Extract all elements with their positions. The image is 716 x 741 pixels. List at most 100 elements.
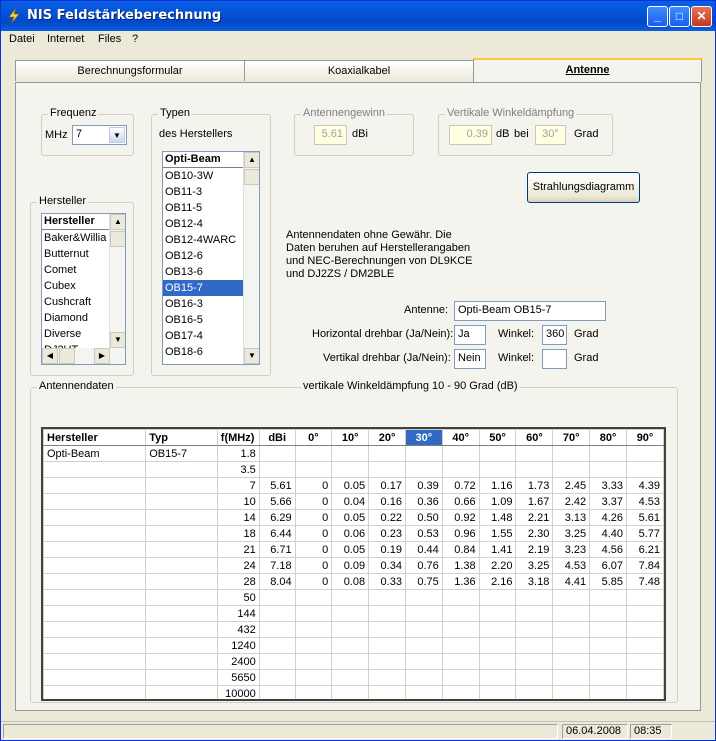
table-cell (331, 605, 370, 622)
vertikal-label: Vertikal drehbar (Ja/Nein): (323, 352, 451, 364)
column-header[interactable]: 30° (404, 429, 443, 446)
scroll-down-icon[interactable]: ▼ (244, 348, 259, 364)
table-row[interactable]: 3.5 (43, 461, 664, 478)
column-header[interactable]: 10° (331, 429, 370, 446)
hersteller-list-item[interactable]: Diamond (42, 310, 109, 326)
table-cell (441, 637, 480, 654)
hersteller-list-header[interactable]: Hersteller (42, 214, 109, 230)
menu-help[interactable]: ? (132, 33, 138, 45)
antennendaten-grid[interactable]: Hersteller Typ f(MHz) dBi 0° 10° 20° 30° 40° 50° 6… (41, 427, 666, 701)
table-cell (626, 445, 664, 462)
table-row[interactable]: 1240 (43, 637, 664, 654)
column-header[interactable]: Typ (145, 429, 218, 446)
table-row[interactable]: 21 6.71 0 0.05 0.19 0.44 0.84 1.41 2.19 3.23 4.56 6… (43, 541, 664, 558)
column-header[interactable]: 70° (552, 429, 591, 446)
typen-list-item[interactable]: OB12-4 (163, 216, 243, 232)
table-row[interactable]: 50 (43, 589, 664, 606)
column-header[interactable]: f(MHz) (216, 429, 260, 446)
typen-list-item[interactable]: OB12-4WARC (163, 232, 243, 248)
vertikal-winkel-field[interactable] (542, 349, 567, 369)
table-row[interactable]: 432 (43, 621, 664, 638)
column-header[interactable]: 40° (441, 429, 480, 446)
chevron-down-icon[interactable]: ▼ (109, 127, 125, 143)
column-header[interactable]: dBi (258, 429, 296, 446)
table-cell: 1.8 (216, 445, 260, 462)
typen-list-item[interactable]: OB11-5 (163, 200, 243, 216)
horizontal-field[interactable]: Ja (454, 325, 486, 345)
typen-list-item[interactable]: OB18-6 (163, 344, 243, 360)
typen-list-header[interactable]: Opti-Beam (163, 152, 243, 168)
hersteller-list-item[interactable]: Butternut (42, 246, 109, 262)
vertikal-field[interactable]: Nein (454, 349, 486, 369)
table-cell: 0.04 (331, 493, 370, 510)
table-cell: 5.61 (258, 477, 296, 494)
table-row[interactable]: 24 7.18 0 0.09 0.34 0.76 1.38 2.20 3.25 4.53 6.07 7… (43, 557, 664, 574)
table-cell (589, 621, 628, 638)
typen-list-item[interactable]: OB10-3W (163, 168, 243, 184)
table-row[interactable]: 10000 (43, 685, 664, 699)
column-header[interactable]: 60° (515, 429, 554, 446)
scroll-up-icon[interactable]: ▲ (244, 152, 259, 168)
table-cell (145, 493, 218, 510)
tab-label: Antenne (565, 64, 610, 76)
tab-koaxialkabel[interactable]: Koaxialkabel (244, 60, 474, 81)
menu-datei[interactable]: Datei (9, 33, 35, 45)
typen-list[interactable]: Opti-Beam OB10-3W OB11-3 OB11-5 OB12-4 OB12-… (162, 151, 260, 365)
table-row[interactable]: 5650 (43, 669, 664, 686)
table-row[interactable]: Opti-Beam OB15-7 1.8 (43, 445, 664, 462)
minimize-button[interactable]: _ (647, 6, 668, 27)
scroll-thumb[interactable] (110, 231, 125, 247)
close-button[interactable]: ✕ (691, 6, 712, 27)
table-row[interactable]: 7 5.61 0 0.05 0.17 0.39 0.72 1.16 1.73 2.45 3.33 4.… (43, 477, 664, 494)
hersteller-list-item[interactable]: Comet (42, 262, 109, 278)
hersteller-list-item[interactable]: Baker&Willia (42, 230, 109, 246)
menu-internet[interactable]: Internet (47, 33, 84, 45)
typen-list-item[interactable]: OB16-3 (163, 296, 243, 312)
column-header[interactable]: 20° (368, 429, 406, 446)
tab-berechnungsformular[interactable]: Berechnungsformular (15, 60, 245, 81)
column-header[interactable]: 90° (626, 429, 664, 446)
table-cell (478, 445, 517, 462)
menu-files[interactable]: Files (98, 33, 121, 45)
hersteller-list-item[interactable]: Cushcraft (42, 294, 109, 310)
maximize-button[interactable]: □ (669, 6, 690, 27)
typen-list-item[interactable]: OB15-7 (163, 280, 243, 296)
typen-list-item[interactable]: OB16-5 (163, 312, 243, 328)
typen-list-item[interactable]: OB12-6 (163, 248, 243, 264)
title-bar[interactable]: NIS Feldstärkeberechnung _ □ ✕ (1, 1, 715, 31)
strahlungsdiagramm-button[interactable]: Strahlungsdiagramm (527, 172, 640, 203)
column-header[interactable]: 0° (294, 429, 333, 446)
hersteller-list-item[interactable]: Diverse (42, 326, 109, 342)
antenne-field[interactable]: Opti-Beam OB15-7 (454, 301, 606, 321)
scroll-up-icon[interactable]: ▲ (110, 214, 125, 230)
table-row[interactable]: 144 (43, 605, 664, 622)
column-header[interactable]: 50° (478, 429, 517, 446)
typen-scrollbar[interactable]: ▲ ▼ (243, 152, 259, 364)
typen-list-item[interactable]: OB11-3 (163, 184, 243, 200)
table-cell: 10000 (216, 685, 260, 699)
hersteller-list[interactable]: Hersteller Baker&Willia Butternut Comet Cub… (41, 213, 126, 365)
scroll-thumb[interactable] (59, 348, 75, 364)
hersteller-hscrollbar[interactable]: ◀ ▶ (42, 348, 125, 364)
table-row[interactable]: 28 8.04 0 0.08 0.33 0.75 1.36 2.16 3.18 4.41 5.85 7… (43, 573, 664, 590)
column-header[interactable]: Hersteller (43, 429, 147, 446)
scroll-down-icon[interactable]: ▼ (110, 332, 125, 348)
table-row[interactable]: 14 6.29 0 0.05 0.22 0.50 0.92 1.48 2.21 3.13 4.26 5… (43, 509, 664, 526)
column-header[interactable]: 80° (589, 429, 628, 446)
scroll-left-icon[interactable]: ◀ (42, 348, 58, 364)
scroll-right-icon[interactable]: ▶ (94, 348, 110, 364)
typen-list-item[interactable]: OB13-6 (163, 264, 243, 280)
tab-antenne[interactable]: Antenne (473, 58, 702, 82)
table-cell (258, 653, 296, 670)
table-cell (331, 621, 370, 638)
typen-list-item[interactable]: OB17-4 (163, 328, 243, 344)
horizontal-winkel-field[interactable]: 360 (542, 325, 567, 345)
vertikal-grad-label: Grad (574, 352, 599, 364)
hersteller-list-item[interactable]: Cubex (42, 278, 109, 294)
hersteller-vscrollbar[interactable]: ▲ ▼ (109, 214, 125, 348)
frequenz-select[interactable]: 7 ▼ (72, 125, 127, 145)
table-row[interactable]: 18 6.44 0 0.06 0.23 0.53 0.96 1.55 2.30 3.25 4.40 5… (43, 525, 664, 542)
table-row[interactable]: 10 5.66 0 0.04 0.16 0.36 0.66 1.09 1.67 2.42 3.37 4… (43, 493, 664, 510)
table-row[interactable]: 2400 (43, 653, 664, 670)
scroll-thumb[interactable] (244, 169, 259, 185)
